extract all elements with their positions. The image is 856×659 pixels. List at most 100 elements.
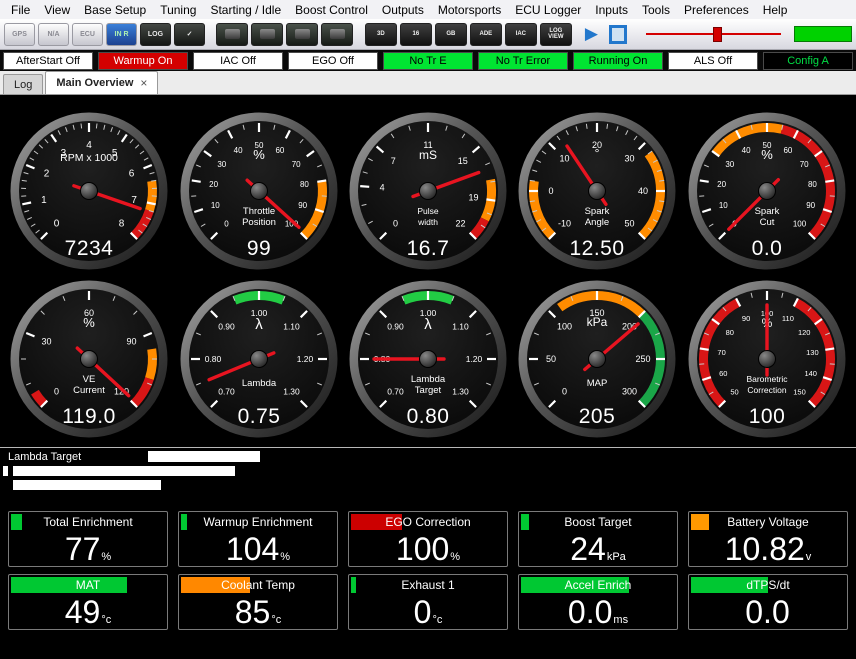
toolbar-n-a-button[interactable]: N/A [38,23,69,46]
toolbar-gps-button[interactable]: GPS [4,23,35,46]
readout-row-2: MAT49°cCoolant Temp85°cExhaust 10°cAccel… [0,574,856,630]
svg-text:60: 60 [275,146,284,155]
status-running-on[interactable]: Running On [573,52,663,70]
svg-text:80: 80 [808,180,817,189]
toolbar-in-r-button[interactable]: IN R [106,23,137,46]
tune-icon[interactable] [286,23,318,46]
menu-item-starting-idle[interactable]: Starting / Idle [203,2,288,18]
graph-icon[interactable] [321,23,353,46]
menu-item-ecu-logger[interactable]: ECU Logger [508,2,588,18]
svg-text:0.75: 0.75 [237,405,280,428]
gauge-spark-angle[interactable]: -1001020304050°SparkAngle12.50 [517,111,677,271]
play-icon[interactable]: ▶ [585,24,598,44]
svg-text:width: width [417,217,438,227]
toolbar-gb-button[interactable]: GB [435,23,467,46]
menu-item-tuning[interactable]: Tuning [153,2,203,18]
svg-text:119.0: 119.0 [63,405,117,428]
svg-text:140: 140 [804,369,817,378]
readout-label: Accel Enrich [521,577,675,593]
menu-item-boost-control[interactable]: Boost Control [288,2,375,18]
toolbar-16-button[interactable]: 16 [400,23,432,46]
svg-text:90: 90 [298,201,307,210]
graph-strip-label: Lambda Target [8,451,81,463]
gauge-lambda[interactable]: 0.700.800.901.001.101.201.30λLambda0.75 [179,279,339,439]
tab-close-icon[interactable]: × [140,76,147,90]
readout-exhaust-1[interactable]: Exhaust 10°c [348,574,508,630]
readout-mat[interactable]: MAT49°c [8,574,168,630]
gauge-throttle-position[interactable]: 0102030405060708090100%ThrottlePosition9… [179,111,339,271]
readout-dtps-dt[interactable]: dTPS/dt 0.0 [688,574,848,630]
stop-icon[interactable] [609,25,627,44]
status-no-tr-error[interactable]: No Tr Error [478,52,568,70]
menu-item-view[interactable]: View [37,2,77,18]
menu-item-preferences[interactable]: Preferences [677,2,756,18]
toolbar-ade-button[interactable]: ADE [470,23,502,46]
status-afterstart-off[interactable]: AfterStart Off [3,52,93,70]
toolbar-log-view-button[interactable]: LOG VIEW [540,23,572,46]
svg-text:40: 40 [638,186,648,196]
toolbar-log-button[interactable]: LOG [140,23,171,46]
toolbar-item-button[interactable]: ✓ [174,23,205,46]
toolbar-3d-button[interactable]: 3D [365,23,397,46]
svg-text:80: 80 [300,180,309,189]
readout-label: Warmup Enrichment [181,514,335,530]
readout-coolant-temp[interactable]: Coolant Temp85°c [178,574,338,630]
gauge-row-1: 012345678RPM x 10007234 01020304050607080… [0,111,856,273]
gauge-rpm[interactable]: 012345678RPM x 10007234 [9,111,169,271]
svg-text:Lambda: Lambda [241,378,276,389]
svg-text:7: 7 [391,156,396,166]
readout-unit: % [101,551,111,563]
menu-item-motorsports[interactable]: Motorsports [431,2,508,18]
svg-text:30: 30 [217,160,226,169]
svg-text:99: 99 [246,237,270,260]
status-iac-off[interactable]: IAC Off [193,52,283,70]
svg-text:15: 15 [458,156,468,166]
gauge-map[interactable]: 050100150200250300kPaMAP205 [517,279,677,439]
svg-text:Pulse: Pulse [417,206,439,216]
menu-item-inputs[interactable]: Inputs [588,2,635,18]
menu-item-outputs[interactable]: Outputs [375,2,431,18]
gauge-ve-current[interactable]: 0306090120%VECurrent119.0 [9,279,169,439]
svg-text:°: ° [595,146,600,160]
svg-text:6: 6 [129,168,135,179]
svg-text:1.10: 1.10 [452,322,469,332]
datalog-icon[interactable] [216,23,248,46]
toolbar-iac-button[interactable]: IAC [505,23,537,46]
datalog-slider[interactable] [646,24,781,44]
readout-value: 0.0 [745,595,789,629]
dashboard-icon[interactable] [251,23,283,46]
svg-text:0: 0 [54,219,60,230]
readout-boost-target[interactable]: Boost Target24kPa [518,511,678,567]
gauge-spark-cut[interactable]: 0102030405060708090100%SparkCut0.0 [687,111,847,271]
status-warmup-on[interactable]: Warmup On [98,52,188,70]
gauge-pulse-width[interactable]: 04711151922mSPulsewidth16.7 [348,111,508,271]
status-als-off[interactable]: ALS Off [668,52,758,70]
svg-text:10: 10 [211,201,220,210]
readout-label: dTPS/dt [691,577,845,593]
svg-text:60: 60 [719,369,727,378]
tab-log[interactable]: Log [3,74,43,94]
svg-text:110: 110 [782,314,794,323]
menu-item-tools[interactable]: Tools [635,2,677,18]
menu-item-help[interactable]: Help [756,2,795,18]
readout-accel-enrich[interactable]: Accel Enrich0.0ms [518,574,678,630]
status-config-a[interactable]: Config A [763,52,853,70]
slider-handle[interactable] [713,27,722,42]
status-ego-off[interactable]: EGO Off [288,52,378,70]
readout-warmup-enrichment[interactable]: Warmup Enrichment104% [178,511,338,567]
menu-item-file[interactable]: File [4,2,37,18]
tab-main-overview[interactable]: Main Overview × [45,71,158,94]
graph-artifact-bar-3 [13,480,161,490]
readout-total-enrichment[interactable]: Total Enrichment77% [8,511,168,567]
status-no-tr-e[interactable]: No Tr E [383,52,473,70]
menu-item-base-setup[interactable]: Base Setup [77,2,153,18]
toolbar-ecu-button[interactable]: ECU [72,23,103,46]
tab-label: Main Overview [56,77,133,89]
toolbar-group-a: GPSN/AECUIN RLOG✓ [4,23,205,46]
readout-label: EGO Correction [351,514,505,530]
svg-text:70: 70 [291,160,300,169]
gauge-barometric-correction[interactable]: 5060708090100110120130140150%BarometricC… [687,279,847,439]
gauge-lambda-target[interactable]: 0.700.800.901.001.101.201.30λLambdaTarge… [348,279,508,439]
readout-ego-correction[interactable]: EGO Correction100% [348,511,508,567]
readout-battery-voltage[interactable]: Battery Voltage10.82v [688,511,848,567]
